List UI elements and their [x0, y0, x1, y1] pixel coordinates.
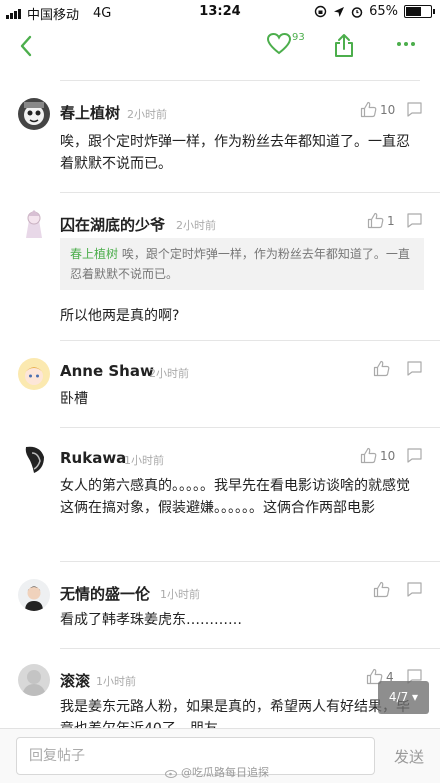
comment-text: 女人的第六感真的。。。。。我早先在看电影访谈啥的就感觉这俩在搞对象，假装避嫌。。…: [60, 478, 410, 516]
like-count-badge: 93: [292, 32, 305, 43]
watermark-text: @吃瓜路每日追探: [181, 766, 269, 779]
timestamp: 1小时前: [96, 675, 136, 688]
reply-icon[interactable]: [406, 101, 423, 118]
thumb-up-icon[interactable]: [373, 581, 390, 598]
timestamp: 2小时前: [127, 108, 167, 121]
timestamp: 1小时前: [124, 454, 164, 467]
avatar[interactable]: [18, 98, 50, 130]
timestamp: 2小时前: [176, 219, 216, 232]
thumb-up-icon[interactable]: [373, 360, 390, 377]
comment-item: 囚在湖底的少爷 2小时前 1 春上植树 唉，跟个定时炸弹一样，作为粉丝去年都知道…: [0, 208, 440, 338]
weibo-logo-icon: [165, 769, 177, 778]
divider: [60, 80, 420, 81]
like-count: 10: [380, 103, 396, 117]
user-name[interactable]: 无情的盛一伦: [60, 583, 150, 604]
comment-text: 看成了韩孝珠姜虎东…………: [60, 612, 242, 628]
orientation-lock-icon: [314, 5, 327, 18]
battery-icon: [404, 5, 435, 18]
back-arrow-icon[interactable]: [14, 32, 38, 60]
share-icon[interactable]: [333, 32, 355, 58]
comment-text: 唉，跟个定时炸弹一样，作为粉丝去年都知道了。一直忍着默默不说而已。: [60, 134, 410, 172]
divider: [60, 648, 440, 649]
reply-icon[interactable]: [406, 581, 423, 598]
avatar[interactable]: [18, 579, 50, 611]
user-name[interactable]: Anne Shaw: [60, 362, 154, 380]
nav-bar: 93: [0, 24, 440, 68]
quote-author[interactable]: 春上植树: [70, 247, 118, 261]
reply-icon[interactable]: [406, 447, 423, 464]
user-name[interactable]: 滚滚: [60, 670, 90, 691]
status-bar: 中国移动 4G 13:24 65%: [0, 0, 440, 24]
page-indicator[interactable]: 4/7 ▾: [378, 681, 429, 714]
reply-icon[interactable]: [406, 212, 423, 229]
comment-list[interactable]: 春上植树 2小时前 10 唉，跟个定时炸弹一样，作为粉丝去年都知道了。一直忍着默…: [0, 68, 440, 728]
comment-text: 卧槽: [60, 391, 88, 407]
divider: [60, 192, 440, 193]
timestamp: 1小时前: [160, 588, 200, 601]
reply-icon[interactable]: [406, 360, 423, 377]
avatar[interactable]: [18, 358, 50, 390]
avatar[interactable]: [18, 664, 50, 696]
thumb-up-icon[interactable]: [360, 447, 377, 464]
comment-item: Rukawa 1小时前 10 女人的第六感真的。。。。。我早先在看电影访谈啥的就…: [0, 443, 440, 553]
comment-item: 滚滚 1小时前 4 我是姜东元路人粉，如果是真的，希望两人有好结果，毕竟也差欠年…: [0, 664, 440, 728]
quote-text: 唉，跟个定时炸弹一样，作为粉丝去年都知道了。一直忍着默默不说而已。: [70, 247, 410, 281]
send-button[interactable]: 发送: [384, 741, 434, 771]
avatar[interactable]: [18, 208, 50, 240]
comment-item: Anne Shaw 2小时前 卧槽: [0, 356, 440, 426]
comment-text: 所以他两是真的啊?: [60, 308, 180, 324]
comment-item: 春上植树 2小时前 10 唉，跟个定时炸弹一样，作为粉丝去年都知道了。一直忍着默…: [0, 94, 440, 194]
heart-icon[interactable]: [266, 32, 292, 56]
user-name[interactable]: 囚在湖底的少爷: [60, 214, 165, 235]
divider: [60, 427, 440, 428]
user-name[interactable]: 春上植树: [60, 102, 120, 123]
like-count: 10: [380, 449, 396, 463]
thumb-up-icon[interactable]: [367, 212, 384, 229]
timestamp: 2小时前: [149, 367, 189, 380]
thumb-up-icon[interactable]: [360, 101, 377, 118]
divider: [60, 340, 440, 341]
divider: [60, 561, 440, 562]
like-count: 1: [387, 214, 395, 228]
more-icon[interactable]: [396, 37, 416, 51]
user-name[interactable]: Rukawa: [60, 449, 126, 467]
alarm-icon: [351, 6, 363, 18]
comment-item: 无情的盛一伦 1小时前 看成了韩孝珠姜虎东…………: [0, 577, 440, 647]
watermark: @吃瓜路每日追探: [165, 764, 269, 780]
battery-percent: 65%: [369, 4, 398, 19]
avatar[interactable]: [18, 443, 50, 475]
quoted-comment[interactable]: 春上植树 唉，跟个定时炸弹一样，作为粉丝去年都知道了。一直忍着默默不说而已。: [60, 238, 424, 290]
comment-text: 我是姜东元路人粉，如果是真的，希望两人有好结果，毕竟也差欠年近40了，朋友: [60, 699, 410, 728]
location-icon: [334, 6, 345, 17]
